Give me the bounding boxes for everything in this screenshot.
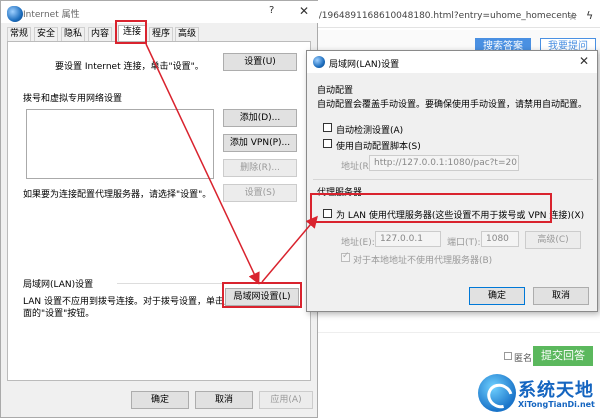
use-proxy-highlight (310, 193, 552, 223)
proxy-config-text: 如果要为连接配置代理服务器，请选择"设置"。 (23, 190, 212, 200)
setup-text: 要设置 Internet 连接，单击"设置"。 (55, 62, 204, 72)
dialup-header: 拨号和虚拟专用网络设置 (23, 94, 123, 104)
watermark-logo: 系统天地 XiTongTianDi.net (478, 372, 600, 418)
dialog-titlebar[interactable]: 局域网(LAN)设置 ✕ (307, 51, 597, 73)
dialog-titlebar[interactable]: Internet 属性 ? ✕ (1, 1, 319, 23)
internet-properties-dialog: Internet 属性 ? ✕ 常规 安全 隐私 内容 连接 程序 高级 要设置… (0, 0, 319, 418)
lan-cancel-button[interactable]: 取消 (533, 287, 589, 305)
bypass-local-checkbox[interactable] (341, 251, 350, 262)
tab-general[interactable]: 常规 (7, 27, 31, 41)
group-separator (313, 179, 593, 180)
remove-button[interactable]: 删除(R)... (223, 159, 297, 177)
add-vpn-button[interactable]: 添加 VPN(P)... (223, 134, 297, 152)
url-text[interactable]: n/196489116861004818​0.html?entry=uhome_… (313, 11, 577, 21)
tab-advanced[interactable]: 高级 (175, 27, 199, 41)
tab-privacy[interactable]: 隐私 (61, 27, 85, 41)
close-icon[interactable]: ✕ (579, 54, 589, 68)
globe-icon (313, 56, 325, 68)
connection-list[interactable] (26, 109, 214, 179)
auto-detect-label: 自动检测设置(A) (336, 126, 404, 136)
tab-content[interactable]: 内容 (88, 27, 112, 41)
logo-name-cn: 系统天地 (518, 380, 594, 401)
auto-detect-checkbox[interactable] (323, 123, 332, 132)
address-label: 地址(R) (341, 162, 373, 172)
lan-settings-dialog: 局域网(LAN)设置 ✕ 自动配置 自动配置会覆盖手动设置。要确保使用手动设置，… (306, 50, 598, 312)
dialog-title: 局域网(LAN)设置 (329, 60, 400, 70)
anonymous-label: 匿名 (514, 354, 533, 364)
ok-button[interactable]: 确定 (131, 391, 189, 409)
advanced-button[interactable]: 高级(C) (525, 231, 581, 249)
lan-button-highlight (222, 282, 302, 308)
use-script-checkbox[interactable] (323, 139, 332, 148)
port-label: 端口(T): (447, 238, 481, 248)
lightning-icon[interactable]: ϟ (586, 9, 593, 22)
logo-name-en: XiTongTianDi.net (518, 400, 595, 409)
help-icon[interactable]: ? (269, 5, 274, 16)
globe-icon (7, 6, 23, 22)
connections-tab-highlight (115, 20, 147, 44)
tab-security[interactable]: 安全 (34, 27, 58, 41)
tab-programs[interactable]: 程序 (149, 27, 173, 41)
dialog-title: Internet 属性 (23, 10, 80, 20)
apply-button[interactable]: 应用(A) (259, 391, 313, 409)
lan-header: 局域网(LAN)设置 (23, 280, 94, 290)
settings-button[interactable]: 设置(S) (223, 184, 297, 202)
lan-ok-button[interactable]: 确定 (469, 287, 525, 305)
lan-text-line2: 面的"设置"按钮。 (23, 309, 95, 319)
auto-config-desc: 自动配置会覆盖手动设置。要确保使用手动设置，请禁用自动配置。 (317, 100, 588, 110)
close-icon[interactable]: ✕ (299, 4, 309, 18)
cancel-button[interactable]: 取消 (195, 391, 253, 409)
auto-config-header: 自动配置 (317, 86, 354, 96)
proxy-address-field[interactable]: 127.0.0.1 (375, 231, 441, 247)
logo-icon (478, 374, 516, 412)
bypass-local-label: 对于本地地址不使用代理服务器(B) (353, 256, 493, 266)
setup-button[interactable]: 设置(U) (223, 53, 297, 71)
submit-answer-button[interactable]: 提交回答 (533, 346, 593, 366)
use-script-label: 使用自动配置脚本(S) (336, 142, 421, 152)
bookmark-star-icon[interactable]: ☆ (568, 10, 578, 23)
script-address-field[interactable]: http://127.0.0.1:1080/pac?t=2018121 (369, 155, 519, 171)
port-field[interactable]: 1080 (481, 231, 519, 247)
add-button[interactable]: 添加(D)... (223, 109, 297, 127)
anonymous-checkbox[interactable] (504, 352, 512, 360)
proxy-address-label: 地址(E): (341, 238, 375, 248)
